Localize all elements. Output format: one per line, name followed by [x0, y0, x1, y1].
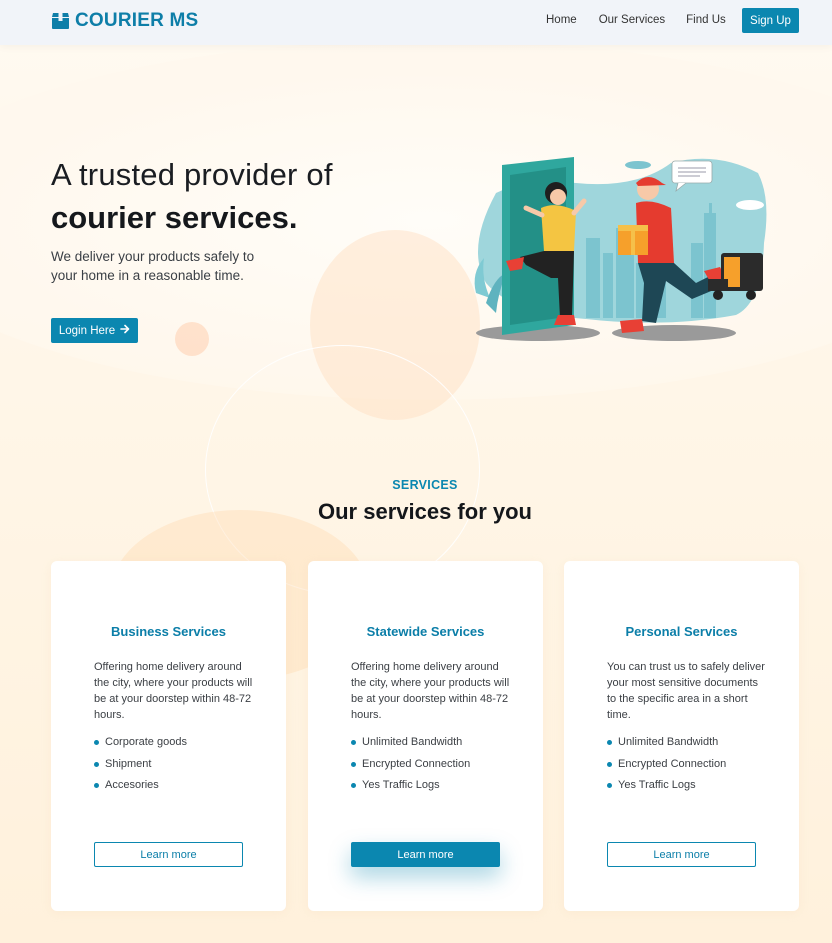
- sign-up-button[interactable]: Sign Up: [742, 8, 799, 33]
- list-item-label: Unlimited Bandwidth: [618, 736, 719, 748]
- box-icon: [51, 12, 70, 30]
- service-card-description: Offering home delivery around the city, …: [351, 661, 510, 721]
- service-card-title: Personal Services: [625, 624, 738, 639]
- list-item: Corporate goods: [94, 735, 187, 757]
- bullet-icon: [351, 783, 356, 788]
- bullet-icon: [351, 740, 356, 745]
- bullet-icon: [94, 783, 99, 788]
- list-item-label: Unlimited Bandwidth: [362, 736, 463, 748]
- login-button-label: Login Here: [58, 324, 116, 337]
- service-card-personal: Personal Services You can trust us to sa…: [564, 561, 799, 911]
- nav-links: Home Our Services Find Us: [546, 13, 748, 27]
- service-card-title: Statewide Services: [366, 624, 485, 639]
- learn-more-button[interactable]: Learn more: [94, 842, 243, 867]
- courier-delivery-illustration: [466, 153, 768, 345]
- service-card-description: Offering home delivery around the city, …: [94, 661, 253, 721]
- nav-link-our-services[interactable]: Our Services: [599, 13, 665, 27]
- background-dot: [175, 322, 209, 356]
- list-item-label: Accesories: [105, 779, 159, 791]
- list-item: Shipment: [94, 757, 187, 779]
- hero-title-line2: courier services.: [51, 200, 298, 235]
- list-item-label: Shipment: [105, 757, 152, 770]
- services-title: Our services for you: [318, 499, 532, 524]
- service-feature-list: Corporate goods Shipment Accesories: [94, 735, 187, 800]
- service-card-business: Business Services Offering home delivery…: [51, 561, 286, 911]
- brand-name: COURIER MS: [75, 10, 199, 31]
- list-item: Yes Traffic Logs: [607, 778, 726, 800]
- list-item: Unlimited Bandwidth: [351, 735, 470, 757]
- list-item: Unlimited Bandwidth: [607, 735, 726, 757]
- brand-logo[interactable]: COURIER MS: [51, 10, 198, 32]
- nav-link-home[interactable]: Home: [546, 13, 577, 27]
- service-card-statewide: Statewide Services Offering home deliver…: [308, 561, 543, 911]
- list-item: Encrypted Connection: [607, 757, 726, 779]
- list-item: Encrypted Connection: [351, 757, 470, 779]
- list-item-label: Yes Traffic Logs: [618, 779, 696, 791]
- bullet-icon: [94, 761, 99, 767]
- services-eyebrow: SERVICES: [392, 478, 458, 492]
- learn-more-button[interactable]: Learn more: [607, 842, 756, 867]
- arrow-right-icon: [120, 324, 130, 337]
- list-item-label: Yes Traffic Logs: [362, 779, 440, 791]
- login-button[interactable]: Login Here: [51, 318, 138, 343]
- list-item-label: Corporate goods: [105, 736, 187, 748]
- list-item: Yes Traffic Logs: [351, 778, 470, 800]
- service-feature-list: Unlimited Bandwidth Encrypted Connection…: [351, 735, 470, 800]
- navbar: COURIER MS Home Our Services Find Us Sig…: [0, 0, 832, 45]
- service-card-description: You can trust us to safely deliver your …: [607, 661, 765, 721]
- bullet-icon: [607, 761, 612, 767]
- bullet-icon: [351, 761, 356, 767]
- bullet-icon: [607, 783, 612, 788]
- bullet-icon: [94, 740, 99, 745]
- service-feature-list: Unlimited Bandwidth Encrypted Connection…: [607, 735, 726, 800]
- hero-title-line1: A trusted provider of: [51, 157, 333, 192]
- learn-more-button[interactable]: Learn more: [351, 842, 500, 867]
- list-item-label: Encrypted Connection: [362, 757, 471, 770]
- list-item-label: Encrypted Connection: [618, 757, 727, 770]
- bullet-icon: [607, 740, 612, 745]
- hero-subtitle: We deliver your products safely to your …: [51, 249, 255, 283]
- service-card-title: Business Services: [111, 624, 226, 639]
- nav-link-find-us[interactable]: Find Us: [686, 13, 726, 27]
- list-item: Accesories: [94, 778, 187, 800]
